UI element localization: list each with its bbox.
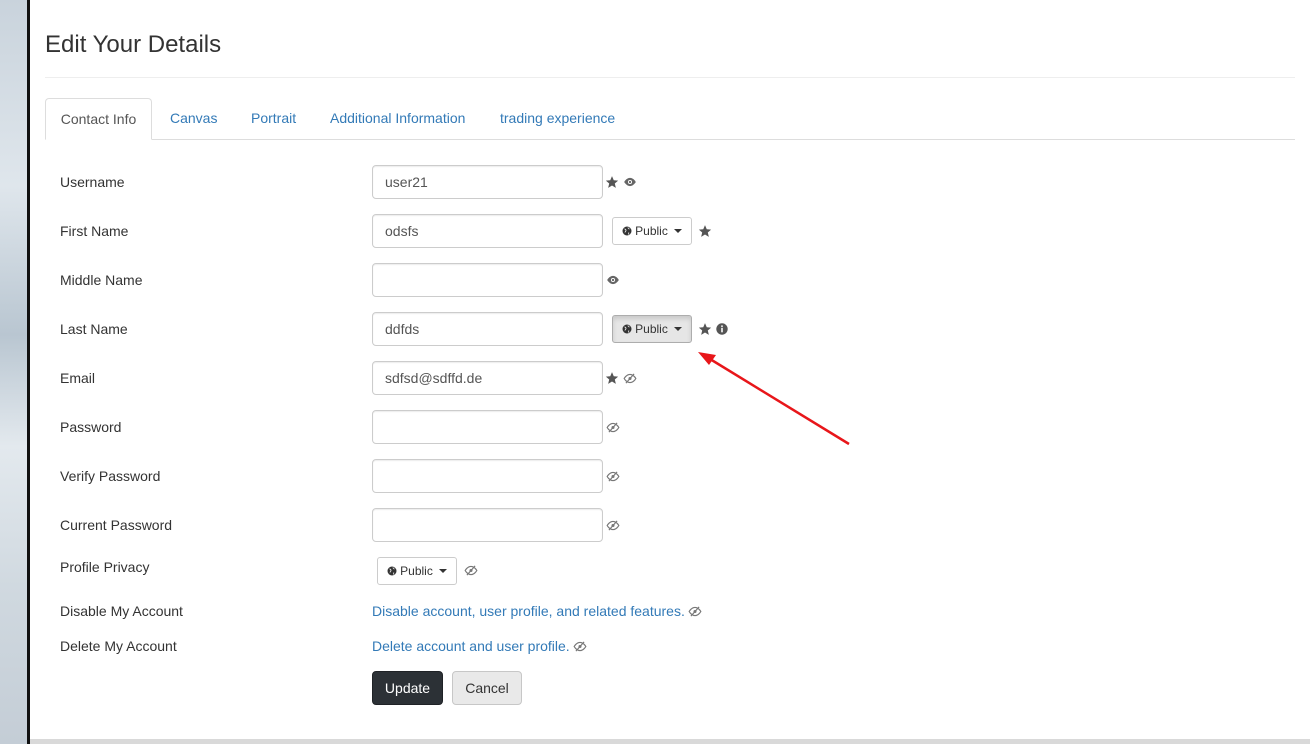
disable-account-label: Disable My Account: [60, 603, 183, 619]
last-name-label: Last Name: [60, 321, 128, 337]
globe-icon: [387, 566, 397, 576]
middle-name-field[interactable]: [372, 263, 603, 297]
last-name-privacy-dropdown[interactable]: Public: [612, 315, 692, 343]
first-name-label: First Name: [60, 223, 129, 239]
annotation-arrow-line: [709, 357, 850, 446]
tab-bar: Contact Info Canvas Portrait Additional …: [45, 98, 1295, 140]
username-field[interactable]: [372, 165, 603, 199]
password-field[interactable]: [372, 410, 603, 444]
tab-canvas[interactable]: Canvas: [170, 98, 217, 139]
star-icon: [698, 322, 712, 336]
password-label: Password: [60, 419, 122, 435]
profile-privacy-value: Public: [400, 564, 433, 578]
tab-contact-info[interactable]: Contact Info: [45, 98, 152, 140]
caret-down-icon: [438, 569, 447, 573]
globe-icon: [622, 324, 632, 334]
last-name-field[interactable]: [372, 312, 603, 346]
eye-icon[interactable]: [623, 175, 637, 189]
star-icon: [605, 371, 619, 385]
verify-password-label: Verify Password: [60, 468, 161, 484]
eye-icon[interactable]: [606, 273, 620, 287]
delete-account-link[interactable]: Delete account and user profile.: [372, 638, 570, 654]
delete-account-label: Delete My Account: [60, 638, 177, 654]
eye-slash-icon[interactable]: [606, 518, 620, 532]
bottom-bar: [30, 739, 1310, 744]
left-border: [27, 0, 30, 744]
star-icon: [698, 224, 712, 238]
annotation-arrow-head: [698, 352, 716, 365]
eye-slash-icon[interactable]: [688, 604, 702, 618]
disable-account-link[interactable]: Disable account, user profile, and relat…: [372, 603, 685, 619]
username-label: Username: [60, 174, 125, 190]
verify-password-field[interactable]: [372, 459, 603, 493]
info-icon[interactable]: [715, 322, 729, 336]
tab-additional-information[interactable]: Additional Information: [330, 98, 465, 139]
tab-trading-experience[interactable]: trading experience: [500, 98, 615, 139]
current-password-label: Current Password: [60, 517, 173, 533]
caret-down-icon: [673, 229, 682, 233]
first-name-privacy-dropdown[interactable]: Public: [612, 217, 692, 245]
eye-slash-icon[interactable]: [623, 371, 637, 385]
email-label: Email: [60, 370, 96, 386]
last-name-privacy-label: Public: [635, 322, 668, 336]
first-name-privacy-label: Public: [635, 224, 668, 238]
profile-privacy-dropdown[interactable]: Public: [377, 557, 457, 585]
globe-icon: [622, 226, 632, 236]
update-button[interactable]: Update: [372, 671, 443, 705]
profile-privacy-label: Profile Privacy: [60, 559, 150, 575]
caret-down-icon: [673, 327, 682, 331]
background-image-strip: [0, 0, 27, 744]
page-title: Edit Your Details: [45, 31, 222, 58]
eye-slash-icon[interactable]: [464, 563, 478, 577]
eye-slash-icon[interactable]: [606, 420, 620, 434]
first-name-field[interactable]: [372, 214, 603, 248]
cancel-button[interactable]: Cancel: [452, 671, 522, 705]
eye-slash-icon[interactable]: [606, 469, 620, 483]
email-field[interactable]: [372, 361, 603, 395]
eye-slash-icon[interactable]: [573, 639, 587, 653]
middle-name-label: Middle Name: [60, 272, 143, 288]
divider: [45, 77, 1295, 78]
tab-portrait[interactable]: Portrait: [251, 98, 296, 139]
star-icon: [605, 175, 619, 189]
current-password-field[interactable]: [372, 508, 603, 542]
